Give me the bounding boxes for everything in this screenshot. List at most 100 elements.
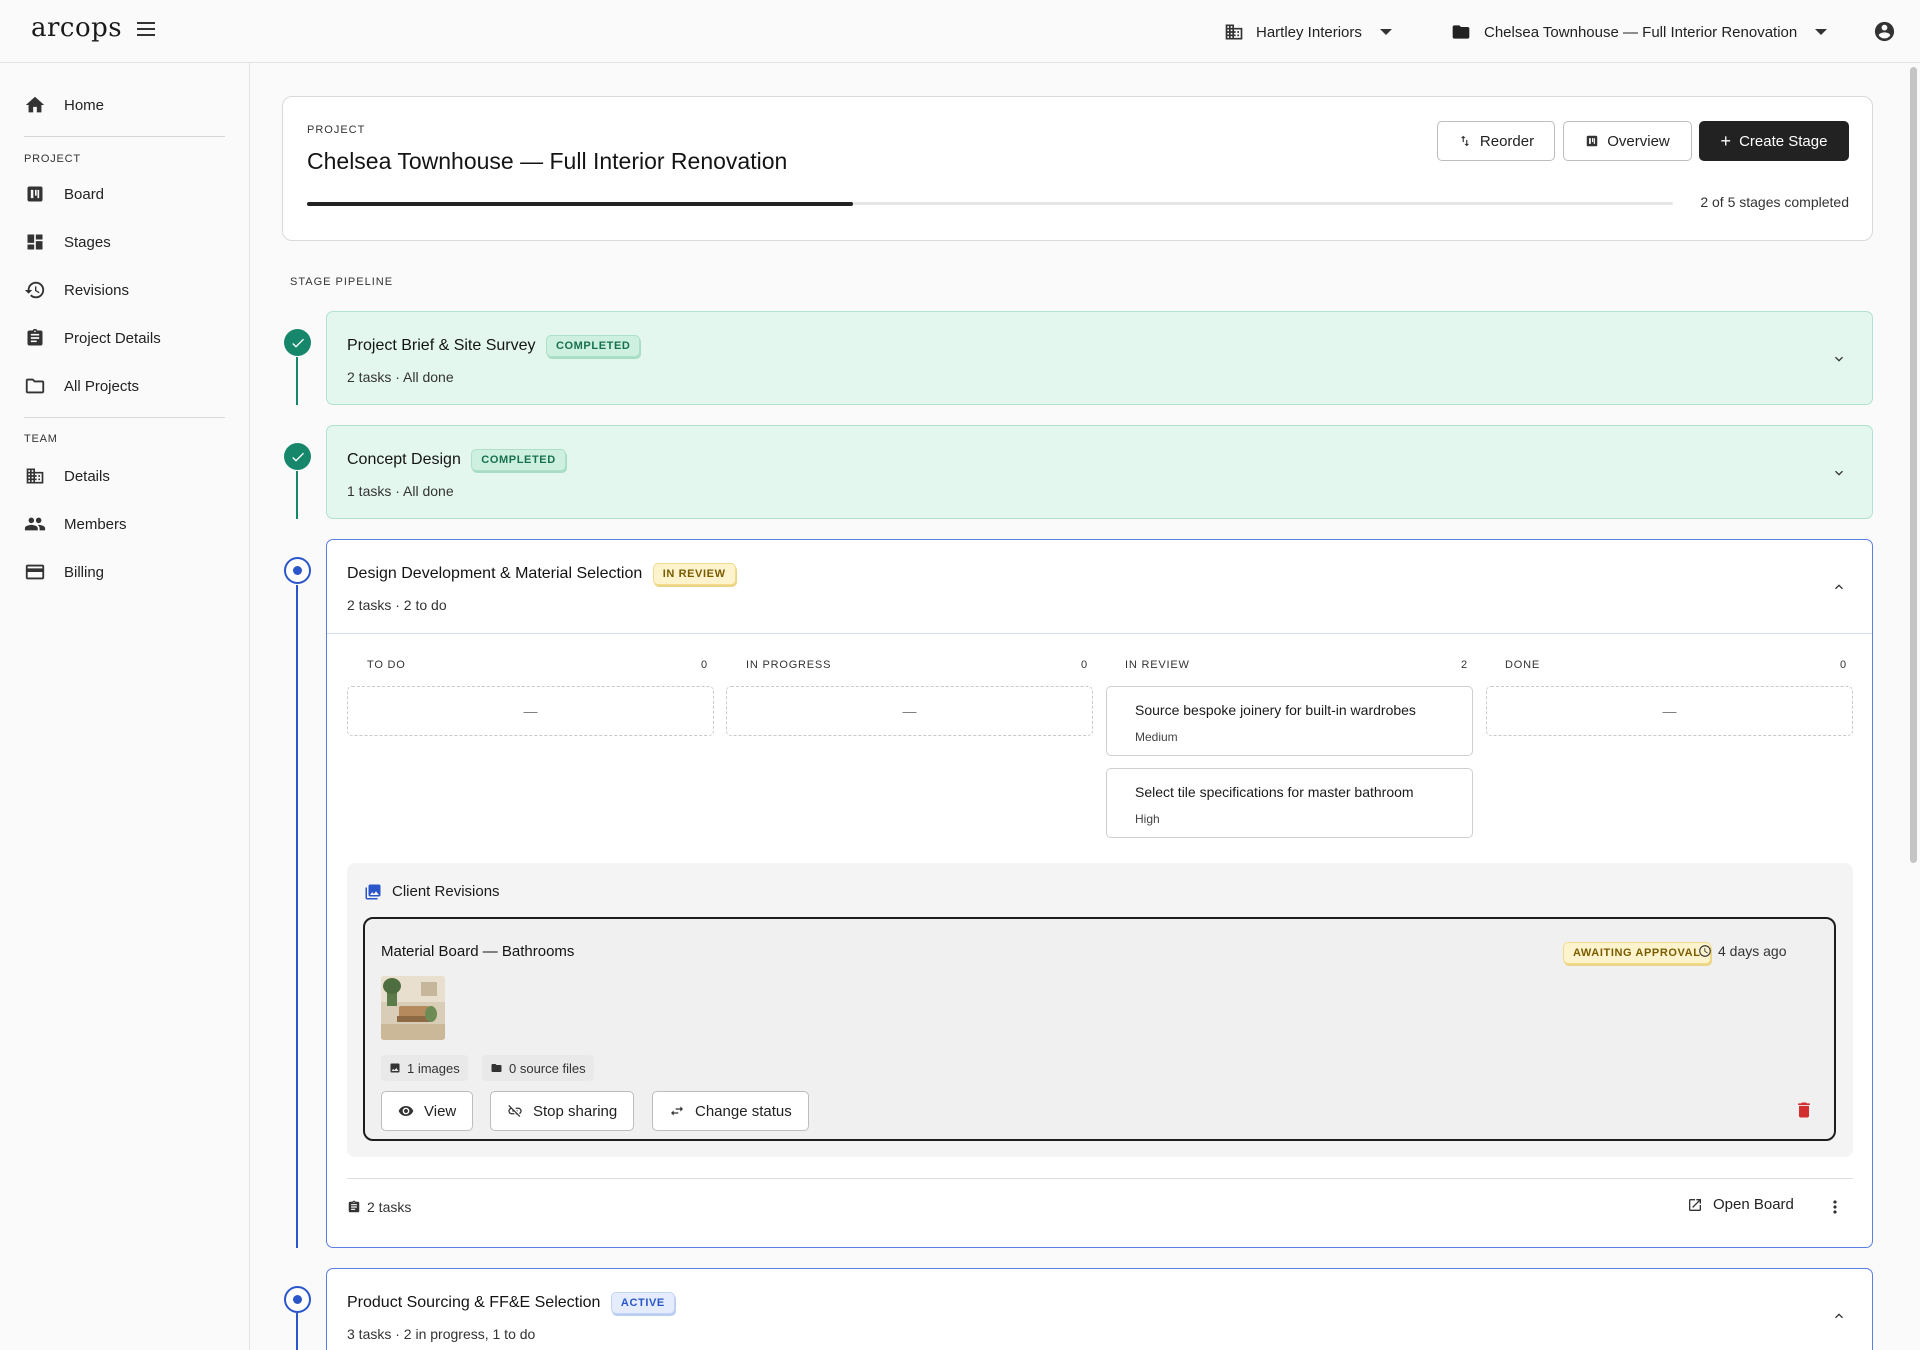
sidebar-item-all-projects[interactable]: All Projects <box>0 366 249 406</box>
progress-text: 2 of 5 stages completed <box>1700 194 1849 210</box>
chevron-up-icon[interactable] <box>1831 1308 1847 1324</box>
sidebar-item-label: Members <box>64 515 127 533</box>
home-icon <box>24 94 46 116</box>
sidebar-item-project-details[interactable]: Project Details <box>0 318 249 358</box>
menu-toggle-icon[interactable] <box>137 22 157 40</box>
source-files-chip: 0 source files <box>482 1055 594 1081</box>
account-icon[interactable] <box>1873 20 1896 43</box>
stage-divider <box>327 633 1872 634</box>
chevron-down-icon[interactable] <box>1831 351 1847 367</box>
column-header-in-review: IN REVIEW <box>1125 659 1190 671</box>
stage-card-concept-design[interactable]: Concept Design COMPLETED 1 tasks · All d… <box>326 425 1873 519</box>
stage-active-dot-icon <box>284 1286 311 1313</box>
stage-title-row[interactable]: Design Development & Material Selection … <box>347 563 736 585</box>
sidebar-item-revisions[interactable]: Revisions <box>0 270 249 310</box>
images-count-chip: 1 images <box>381 1055 468 1081</box>
main-scrollbar-thumb[interactable] <box>1910 67 1917 863</box>
sidebar-item-label: Project Details <box>64 329 161 347</box>
sidebar-item-stages[interactable]: Stages <box>0 222 249 262</box>
sidebar-divider <box>24 417 225 418</box>
empty-column-in-progress: — <box>726 686 1093 736</box>
sidebar-item-board[interactable]: Board <box>0 174 249 214</box>
column-header-done: DONE <box>1505 659 1540 671</box>
revision-title: Material Board — Bathrooms <box>381 943 575 960</box>
eye-icon <box>398 1106 414 1116</box>
folder-outline-icon <box>24 375 46 397</box>
sidebar-item-billing[interactable]: Billing <box>0 552 249 592</box>
interior-photo-icon <box>381 976 445 1040</box>
credit-card-icon <box>24 561 46 583</box>
chevron-down-icon <box>1379 29 1392 35</box>
stage-title-row[interactable]: Product Sourcing & FF&E Selection ACTIVE <box>347 1292 675 1314</box>
client-revisions-heading: Client Revisions <box>392 883 500 900</box>
task-card[interactable]: Source bespoke joinery for built-in ward… <box>1106 686 1473 756</box>
stage-task-count: 2 tasks <box>347 1199 411 1215</box>
images-count: 1 images <box>407 1060 460 1076</box>
top-bar: arcops Hartley Interiors Chelsea Townhou… <box>0 0 1920 63</box>
people-icon <box>24 513 46 535</box>
column-count-in-progress: 0 <box>1081 659 1088 671</box>
chevron-up-icon[interactable] <box>1831 579 1847 595</box>
timeline-connector <box>296 471 298 519</box>
organization-name: Hartley Interiors <box>1256 23 1362 41</box>
folder-icon <box>491 1064 502 1072</box>
sidebar-item-team-details[interactable]: Details <box>0 456 249 496</box>
chevron-down-icon <box>1815 29 1828 35</box>
status-badge: IN REVIEW <box>652 563 736 585</box>
sidebar-item-label: Billing <box>64 563 105 581</box>
view-label: View <box>424 1102 457 1120</box>
project-selector[interactable]: Chelsea Townhouse — Full Interior Renova… <box>1450 18 1828 46</box>
clock-icon <box>1699 945 1711 957</box>
photo-library-icon <box>365 884 381 900</box>
open-board-button[interactable]: Open Board <box>1687 1196 1794 1213</box>
sidebar-item-label: Revisions <box>64 281 130 299</box>
stage-title-row: Project Brief & Site Survey COMPLETED <box>347 335 641 357</box>
sidebar-item-home[interactable]: Home <box>0 85 249 125</box>
app-logo[interactable]: arcops <box>31 13 122 43</box>
organization-selector[interactable]: Hartley Interiors <box>1224 18 1392 46</box>
stages-progress-bar <box>307 201 1673 206</box>
delete-icon[interactable] <box>1794 1100 1814 1120</box>
column-count-todo: 0 <box>701 659 708 671</box>
chevron-down-icon[interactable] <box>1831 465 1847 481</box>
status-badge: ACTIVE <box>610 1292 675 1314</box>
sidebar-section-team: TEAM <box>24 433 58 445</box>
plus-icon: + <box>1720 131 1732 151</box>
open-board-label: Open Board <box>1713 1196 1794 1213</box>
timeline-connector <box>296 1313 298 1350</box>
stage-summary: 3 tasks · 2 in progress, 1 to do <box>347 1326 536 1342</box>
history-icon <box>24 279 46 301</box>
more-vert-icon[interactable] <box>1825 1197 1845 1217</box>
stage-pipeline-label: STAGE PIPELINE <box>290 276 394 288</box>
overview-button[interactable]: Overview <box>1563 121 1692 161</box>
change-status-button[interactable]: Change status <box>652 1091 809 1131</box>
open-in-new-icon <box>1689 1198 1701 1211</box>
reorder-label: Reorder <box>1479 132 1535 150</box>
link-off-icon <box>508 1105 522 1117</box>
stage-card-project-brief[interactable]: Project Brief & Site Survey COMPLETED 2 … <box>326 311 1873 405</box>
stage-footer-divider <box>347 1178 1853 1179</box>
stop-sharing-label: Stop sharing <box>533 1102 618 1120</box>
timeline-connector <box>296 585 298 1248</box>
sidebar-item-label: Board <box>64 185 105 203</box>
folder-icon <box>1452 25 1470 39</box>
stage-title-row: Concept Design COMPLETED <box>347 449 566 471</box>
view-revision-button[interactable]: View <box>381 1091 474 1131</box>
revision-status-badge: AWAITING APPROVAL <box>1563 942 1711 964</box>
revision-time-text: 4 days ago <box>1718 943 1787 959</box>
task-card[interactable]: Select tile specifications for master ba… <box>1106 768 1473 838</box>
empty-column-todo: — <box>347 686 714 736</box>
client-revisions-panel: Client Revisions Material Board — Bathro… <box>347 863 1853 1157</box>
stage-title: Concept Design <box>347 451 461 469</box>
sidebar-item-members[interactable]: Members <box>0 504 249 544</box>
stage-summary: 1 tasks · All done <box>347 483 454 499</box>
timeline-connector <box>296 357 298 405</box>
stage-title: Project Brief & Site Survey <box>347 337 536 355</box>
create-stage-label: Create Stage <box>1739 132 1828 150</box>
sidebar-item-label: Stages <box>64 233 111 251</box>
stop-sharing-button[interactable]: Stop sharing <box>490 1091 635 1131</box>
revision-image-thumbnail[interactable] <box>381 976 445 1040</box>
create-stage-button[interactable]: + Create Stage <box>1699 121 1849 161</box>
reorder-button[interactable]: Reorder <box>1437 121 1555 161</box>
board-icon <box>1586 135 1598 147</box>
